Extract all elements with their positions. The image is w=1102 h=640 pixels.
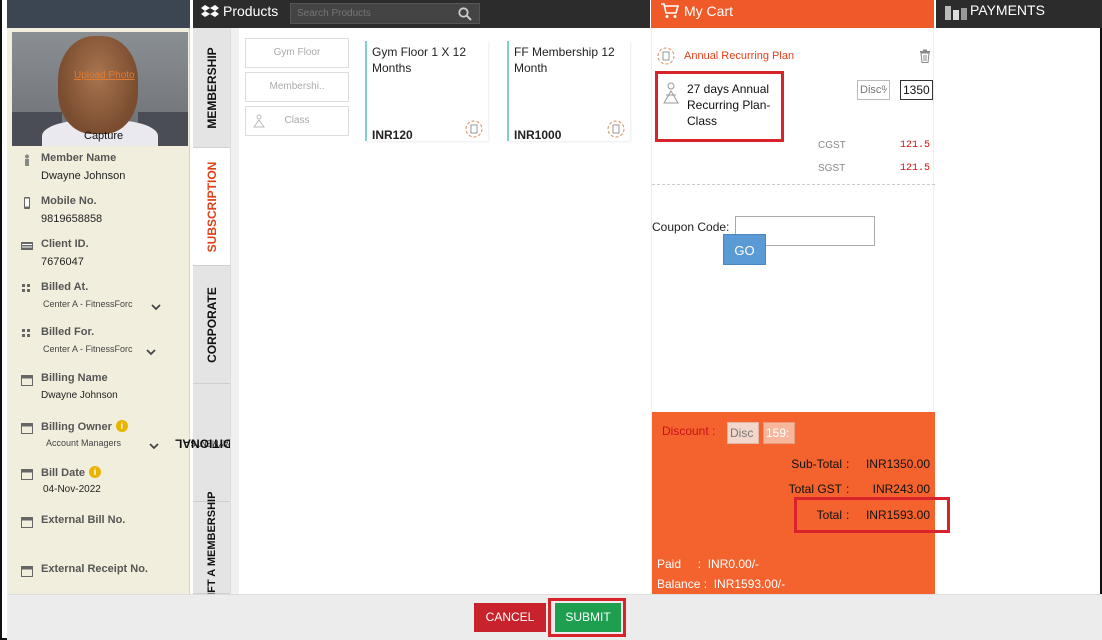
info-icon[interactable]: i — [89, 466, 102, 478]
sgst-value: 121.5 — [899, 163, 930, 174]
balance-amount: Balance : INR1593.00/- — [657, 577, 786, 591]
paid-amount: Paid : INR0.00/- — [657, 557, 760, 571]
member-name-value: Dwayne Johnson — [41, 170, 126, 182]
recurring-icon[interactable] — [606, 119, 626, 139]
billing-name-value[interactable]: Dwayne Johnson — [41, 390, 118, 401]
member-header — [7, 0, 190, 28]
discount-percent-input[interactable] — [727, 422, 759, 444]
category-gym-floor[interactable]: Gym Floor — [245, 38, 349, 68]
products-area: Gym Floor Membershi.. Class Gym Floor 1 … — [239, 28, 650, 594]
recurring-icon[interactable] — [464, 119, 484, 139]
tab-additional-payments[interactable]: ADDITIONAL PAYMENTS — [175, 384, 249, 502]
action-bar: CANCEL SUBMIT — [7, 594, 1102, 640]
client-id-value: 7676047 — [41, 256, 84, 268]
tab-corporate[interactable]: CORPORATE — [193, 266, 230, 384]
item-price-input[interactable] — [900, 80, 933, 100]
tabs-scrollbar[interactable] — [230, 28, 239, 594]
person-icon — [25, 154, 29, 166]
payments-header: PAYMENTS — [936, 0, 1102, 28]
class-icon — [253, 114, 265, 128]
payments-title: PAYMENTS — [970, 2, 1045, 18]
capture-button[interactable]: Capture — [84, 130, 123, 142]
calendar-icon — [21, 469, 33, 480]
product-card[interactable]: Gym Floor 1 X 12 Months INR120 — [365, 41, 488, 142]
coins-icon — [945, 6, 967, 20]
product-name: Gym Floor 1 X 12 Months — [372, 45, 467, 75]
total-highlight — [794, 497, 950, 533]
mobile-icon — [24, 197, 30, 209]
submit-button[interactable]: SUBMIT — [555, 603, 621, 632]
trash-icon[interactable] — [919, 49, 931, 63]
discount-amount-input[interactable] — [763, 422, 795, 444]
product-card[interactable]: FF Membership 12 Month INR1000 — [507, 41, 630, 142]
cart-item-name: 27 days Annual Recurring Plan-Class — [687, 82, 771, 128]
calendar-icon — [21, 375, 33, 386]
dropbox-icon — [201, 5, 219, 17]
chevron-down-icon[interactable] — [149, 443, 159, 450]
cart-icon — [661, 3, 679, 18]
category-class[interactable]: Class — [245, 106, 349, 136]
id-card-icon — [21, 242, 33, 250]
subtotal-value: INR1350.00 — [865, 457, 930, 471]
discount-label: Discount : — [662, 424, 716, 438]
upload-photo-link[interactable]: Upload Photo — [74, 70, 135, 81]
cgst-value: 121.5 — [899, 140, 930, 151]
plan-title: Annual Recurring Plan — [684, 50, 795, 62]
grid-dots-icon — [22, 284, 30, 292]
products-title: Products — [223, 3, 279, 19]
search-input[interactable] — [297, 8, 457, 19]
coupon-go-button[interactable]: GO — [723, 234, 766, 265]
cancel-button[interactable]: CANCEL — [474, 603, 546, 632]
class-icon — [663, 82, 679, 104]
search-icon[interactable] — [458, 7, 472, 21]
category-membership[interactable]: Membershi.. — [245, 72, 349, 102]
product-name: FF Membership 12 Month — [514, 45, 615, 75]
cart-summary: Discount : Sub-Total : INR1350.00 Total … — [652, 412, 950, 594]
product-price: INR120 — [372, 128, 413, 142]
chevron-down-icon[interactable] — [151, 304, 161, 311]
total-gst-value: INR243.00 — [872, 482, 930, 496]
mobile-value: 9819658858 — [41, 213, 103, 225]
member-photo: Upload Photo Capture — [12, 32, 188, 146]
calendar-icon — [21, 517, 33, 528]
chevron-down-icon[interactable] — [146, 349, 156, 356]
tab-subscription[interactable]: SUBSCRIPTION — [193, 148, 230, 266]
calendar-icon — [21, 423, 33, 434]
category-tabs: MEMBERSHIP SUBSCRIPTION CORPORATE ADDITI… — [175, 28, 249, 604]
cart-plan-row: Annual Recurring Plan — [656, 46, 931, 68]
grid-dots-icon — [22, 329, 30, 337]
app-window: Products My Cart PAYM — [0, 0, 1102, 640]
product-price: INR1000 — [514, 128, 562, 142]
item-discount-input[interactable] — [857, 80, 890, 100]
cart-item-highlight: 27 days Annual Recurring Plan-Class — [655, 71, 784, 142]
products-header: Products — [193, 0, 650, 28]
divider — [652, 184, 935, 185]
bill-date-value[interactable]: 04-Nov-2022 — [43, 484, 101, 495]
tab-gift-membership[interactable]: GIFT A MEMBERSHIP — [193, 491, 230, 604]
info-icon[interactable]: i — [115, 420, 128, 432]
recurring-icon — [657, 47, 675, 65]
coupon-label: Coupon Code: — [652, 220, 730, 234]
member-panel: Upload Photo Capture Member Name Dwayne … — [7, 28, 190, 594]
calendar-icon — [21, 566, 33, 577]
search-box[interactable] — [290, 3, 480, 24]
cart-title: My Cart — [684, 3, 733, 19]
tab-membership[interactable]: MEMBERSHIP — [193, 28, 230, 148]
cart-header: My Cart — [651, 0, 934, 28]
cart-panel: Annual Recurring Plan 27 days Annual Rec… — [651, 28, 950, 594]
top-bar: Products My Cart PAYM — [2, 0, 1102, 28]
